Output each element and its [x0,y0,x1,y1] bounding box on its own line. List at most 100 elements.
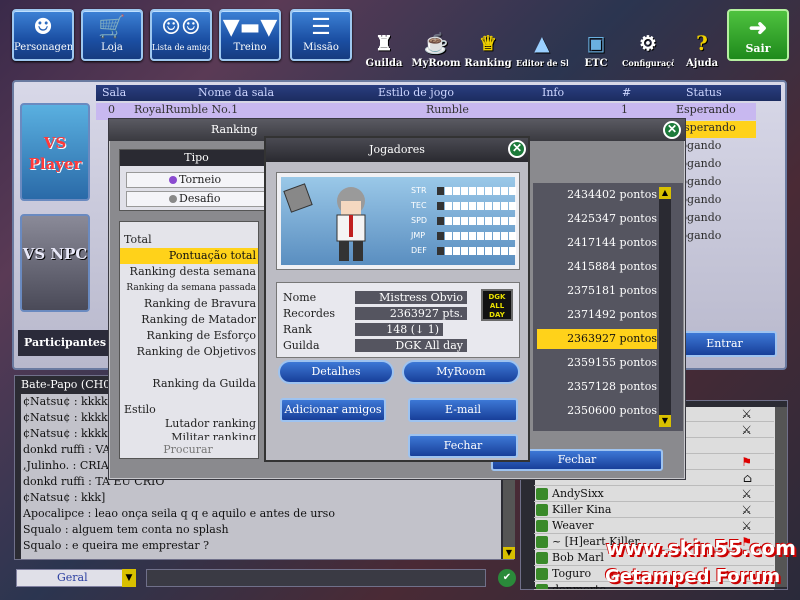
configuracoes-tool[interactable]: ⚙ Configurações [622,30,674,68]
guilda-tool[interactable]: ♜ Guilda [358,30,410,69]
channel-select[interactable]: Geral [16,569,134,587]
entrar-button[interactable]: Entrar [672,331,777,357]
scroll-up-icon[interactable]: ▲ [659,187,671,199]
procurar-button[interactable]: Procurar [120,442,258,458]
chat-input[interactable] [146,569,486,587]
myroom-button[interactable]: MyRoom [402,360,520,384]
chat-input-bar: Geral ▼ ✔ [14,567,516,589]
sair-button[interactable]: ➜ Sair [727,9,789,61]
stat-jmp: JMP [411,230,521,242]
ranking-tool[interactable]: ♕ Ranking [462,30,514,69]
scroll-icon: ☰ [311,15,331,40]
gear-icon: ⚙ [639,31,657,55]
vs-npc-button[interactable]: VS NPC [20,214,90,312]
player-row[interactable]: Weaver ⚔ [534,518,774,534]
score-row[interactable]: 2425347 pontos [537,209,657,229]
score-row[interactable]: 2359155 pontos [537,353,657,373]
tipo-box: Tipo Torneio Desafio [119,149,274,211]
jogadores-close-button[interactable]: Fechar [408,434,518,458]
cart-icon: 🛒 [98,15,126,40]
rank-label: Rank [283,323,312,336]
score-scrollbar[interactable]: ▲ ▼ [659,187,671,427]
room-list-header: Sala Nome da sala Estilo de jogo Info # … [96,85,781,101]
sword-icon: ⚔ [741,407,752,421]
player-avatar-icon [536,520,548,532]
player-avatar-icon [536,552,548,564]
total-label: Total [124,233,152,246]
col-status: Status [686,86,722,99]
score-row[interactable]: 2375181 pontos [537,281,657,301]
add-friend-button[interactable]: Adicionar amigos [280,398,386,422]
player-avatar-icon [536,504,548,516]
editor-de-skin-tool[interactable]: ▲ Editor de Skin [516,30,568,68]
player-list-scrollbar[interactable] [775,407,787,587]
category-item[interactable]: Ranking desta semana [120,264,258,280]
estilo-item[interactable]: Militar ranking [120,430,258,440]
player-row[interactable]: AndySixx ⚔ [534,486,774,502]
vs-player-button[interactable]: VS Player [20,103,90,201]
score-row-selected[interactable]: 2363927 pontos [537,329,657,349]
col-num: # [622,86,632,99]
guilda-value: DGK All day [355,339,467,352]
player-avatar-icon [536,584,548,589]
category-item[interactable]: Ranking de Matador [120,312,258,328]
treino-button[interactable]: ▼▬▼ Treino [219,9,281,61]
category-list: Total Pontuação total Ranking desta sema… [119,221,259,459]
personagem-button[interactable]: ☻ Personagem [12,9,74,61]
question-icon: ? [696,31,708,55]
score-row[interactable]: 2434402 pontos [537,185,657,205]
email-button[interactable]: E-mail [408,398,518,422]
category-item[interactable]: Ranking da semana passada [120,280,258,296]
loja-button[interactable]: 🛒 Loja [81,9,143,61]
guilda-label: Guilda [283,339,320,352]
score-row[interactable]: 2417144 pontos [537,233,657,253]
chat-line: Squalo : e queira me emprestar ? [23,539,209,552]
ajuda-tool[interactable]: ? Ajuda [676,30,728,69]
chat-line: ¢Natsu¢ : kkk] [23,491,106,504]
player-avatar-icon [536,536,548,548]
chat-line: Squalo : alguem tem conta no splash [23,523,229,536]
scroll-down-icon[interactable]: ▼ [659,415,671,427]
score-row[interactable]: 2357128 pontos [537,377,657,397]
nome-label: Nome [283,291,317,304]
recordes-value: 2363927 pts. [355,307,467,320]
tipo-option-desafio[interactable]: Desafio [126,191,266,207]
guild-emblem: DGK ALL DAY [481,289,513,321]
sword-icon: ⚔ [741,487,752,501]
chevron-down-icon[interactable]: ▼ [122,569,136,587]
col-nome: Nome da sala [198,86,275,99]
scroll-down-icon[interactable]: ▼ [503,547,515,559]
lista-de-amigos-button[interactable]: ☺☺ Lista de amigos [150,9,212,61]
myroom-tool[interactable]: ☕ MyRoom [410,30,462,69]
category-item[interactable]: Pontuação total [120,248,258,264]
character-sprite-icon [283,183,366,261]
participants-label: Participantes da [18,330,114,356]
avatar: STR TEC SPD JMP DEF [281,177,516,265]
close-icon[interactable]: ✕ [663,121,681,139]
close-icon[interactable]: ✕ [508,140,526,158]
nome-value: Mistress Obvio [355,291,467,304]
radio-icon [169,195,177,203]
col-info: Info [542,86,565,99]
score-row[interactable]: 2415884 pontos [537,257,657,277]
category-item[interactable]: Ranking de Objetivos [120,344,258,360]
player-row[interactable]: Killer Kina ⚔ [534,502,774,518]
avatar-panel: STR TEC SPD JMP DEF [276,172,520,270]
rank-value: 148 (↓ 1) [355,323,443,336]
score-row[interactable]: 2350600 pontos [537,401,657,421]
dumbbell-icon: ▼▬▼ [222,15,278,40]
watermark-forum: Getamped Forum [605,566,781,587]
guild-ranking-item[interactable]: Ranking da Guilda [120,376,258,392]
category-item[interactable]: Ranking de Bravura [120,296,258,312]
tipo-option-torneio[interactable]: Torneio [126,172,266,188]
flag-icon: ⚑ [741,455,752,469]
detalhes-button[interactable]: Detalhes [278,360,394,384]
category-item[interactable]: Ranking de Esforço [120,328,258,344]
score-row[interactable]: 2371492 pontos [537,305,657,325]
send-icon[interactable]: ✔ [498,569,516,587]
chat-title: Bate-Papo (CH0 [21,378,111,391]
etc-tool[interactable]: ▣ ETC [570,30,622,69]
castle-icon: ♜ [375,31,393,55]
sword-icon: ⚔ [741,503,752,517]
missao-button[interactable]: ☰ Missão [290,9,352,61]
